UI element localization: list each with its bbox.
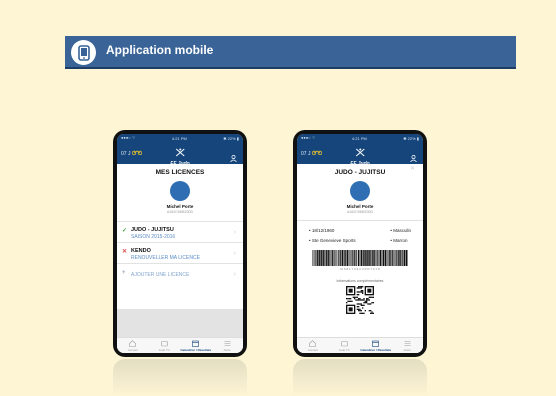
close-icon[interactable]: ✕ <box>410 165 415 172</box>
tab-label: Judo TV <box>158 348 170 352</box>
calendar-icon <box>192 340 200 347</box>
licence-sub: SAISON 2015-2016 <box>131 234 176 240</box>
banner-title: Application mobile <box>106 43 214 57</box>
tab-calendrier[interactable]: Calendrier / Résultats <box>180 338 212 353</box>
chevron-right-icon: › <box>233 229 236 236</box>
app-bar-left[interactable]: 07 J <box>301 150 323 157</box>
cross-icon: ✕ <box>122 249 128 255</box>
logo-text: FF Judo <box>170 161 190 167</box>
tab-label: Calendrier / Résultats <box>180 348 212 352</box>
tab-label: Judo TV <box>338 348 350 352</box>
judo-figure-icon <box>175 148 185 157</box>
tab-calendrier[interactable]: Calendrier / Résultats <box>360 338 392 353</box>
birth-date: • 18/12/1960 <box>309 228 335 233</box>
judo-figure-icon <box>355 148 365 157</box>
barcode <box>312 250 408 266</box>
bike-icon <box>131 150 143 156</box>
chevron-right-icon: › <box>233 271 236 278</box>
tv-icon <box>160 341 168 347</box>
mobile-phone-icon <box>71 40 96 65</box>
add-licence-button[interactable]: + AJOUTER UNE LICENCE › <box>117 263 243 285</box>
tab-judo-tv[interactable]: Judo TV <box>329 338 361 353</box>
tab-accueil[interactable]: Accueil <box>117 338 149 353</box>
avatar <box>170 181 190 201</box>
tab-label: Accueil <box>307 348 318 352</box>
club-name: • Ste Genevieve Sports <box>309 238 356 243</box>
app-bar: 07 J FF Judo <box>117 142 243 167</box>
page-title: MES LICENCES <box>155 169 205 176</box>
status-time: 4:21 PM <box>171 135 187 141</box>
tab-autre[interactable]: Autre <box>392 338 424 353</box>
home-icon <box>129 340 137 347</box>
person-id: A162C9M5Z00D <box>346 210 374 214</box>
gender: • Masculin <box>390 228 411 233</box>
tab-autre[interactable]: Autre <box>212 338 244 353</box>
info-left: • 18/12/1960 • Ste Genevieve Sports <box>309 228 356 248</box>
licence-item-judo[interactable]: ✓ JUDO - JUJITSU SAISON 2015-2016 › <box>117 221 243 242</box>
avatar <box>350 181 370 201</box>
logo-text: FF Judo <box>350 161 370 167</box>
user-icon[interactable] <box>230 149 237 167</box>
tab-label: Calendrier / Résultats <box>360 348 392 352</box>
status-carrier: ●●●○ ⌔ <box>301 135 316 140</box>
plus-icon: + <box>122 270 126 276</box>
app-bar-left-text: 07 J <box>121 151 131 157</box>
bike-icon <box>311 150 323 156</box>
tab-judo-tv[interactable]: Judo TV <box>149 338 181 353</box>
barcode-number: M S 8 1 7 0 6 C 0 P R T 0 1 8 <box>340 267 380 271</box>
tab-bar: Accueil Judo TV Calendrier / Résultats A… <box>117 337 243 353</box>
tab-label: Autre <box>223 348 231 352</box>
chevron-right-icon: › <box>233 250 236 257</box>
empty-area <box>117 309 243 337</box>
tab-label: Autre <box>403 348 411 352</box>
tv-icon <box>340 341 348 347</box>
belt: • Marron <box>390 238 408 243</box>
app-bar-left-text: 07 J <box>301 151 311 157</box>
licence-sub: RENOUVELLER MA LICENCE <box>131 255 200 261</box>
status-bar: ●●●○ ⌔ 4:21 PM ✱ 22% ▮ <box>117 134 243 142</box>
phone-reflection <box>293 359 427 396</box>
licence-info: • 18/12/1960 • Ste Genevieve Sports • Ma… <box>297 228 423 248</box>
status-bar: ●●●○ ⌔ 4:21 PM ✱ 22% ▮ <box>297 134 423 142</box>
check-icon: ✓ <box>122 228 128 234</box>
status-battery: ✱ 22% ▮ <box>403 135 419 141</box>
app-bar-left[interactable]: 07 J <box>121 150 143 157</box>
phone-licence-card: ●●●○ ⌔ 4:21 PM ✱ 22% ▮ 07 J FF Judo ✕ JU… <box>293 130 427 357</box>
calendar-icon <box>372 340 380 347</box>
person-name: Michel Porte <box>346 204 374 209</box>
licence-name: KENDO <box>131 248 151 254</box>
qr-code[interactable] <box>346 286 374 314</box>
page-title: JUDO - JUJITSU <box>334 169 386 176</box>
status-time: 4:21 PM <box>351 135 367 141</box>
licence-name: JUDO - JUJITSU <box>131 227 174 233</box>
tab-accueil[interactable]: Accueil <box>297 338 329 353</box>
add-licence-label: AJOUTER UNE LICENCE <box>131 272 190 278</box>
info-right: • Masculin • Marron <box>390 228 411 248</box>
menu-icon <box>224 341 231 346</box>
menu-icon <box>404 341 411 346</box>
card-screen: ●●●○ ⌔ 4:21 PM ✱ 22% ▮ 07 J FF Judo ✕ JU… <box>297 134 423 353</box>
licences-screen: ●●●○ ⌔ 4:21 PM ✱ 22% ▮ 07 J FF Judo MES … <box>117 134 243 353</box>
section-banner: Application mobile <box>65 36 516 69</box>
ff-judo-logo: FF Judo <box>170 144 190 167</box>
ff-judo-logo: FF Judo <box>350 144 370 167</box>
home-icon <box>309 340 317 347</box>
app-bar: 07 J FF Judo <box>297 142 423 167</box>
status-battery: ✱ 22% ▮ <box>223 135 239 141</box>
qr-label: Informations complémentaires <box>336 279 384 283</box>
phone-licences: ●●●○ ⌔ 4:21 PM ✱ 22% ▮ 07 J FF Judo MES … <box>113 130 247 357</box>
status-carrier: ●●●○ ⌔ <box>121 135 136 140</box>
tab-label: Accueil <box>127 348 138 352</box>
person-name: Michel Porte <box>166 204 194 209</box>
licence-item-kendo[interactable]: ✕ KENDO RENOUVELLER MA LICENCE › <box>117 242 243 263</box>
tab-bar: Accueil Judo TV Calendrier / Résultats A… <box>297 337 423 353</box>
phone-reflection <box>113 359 247 396</box>
